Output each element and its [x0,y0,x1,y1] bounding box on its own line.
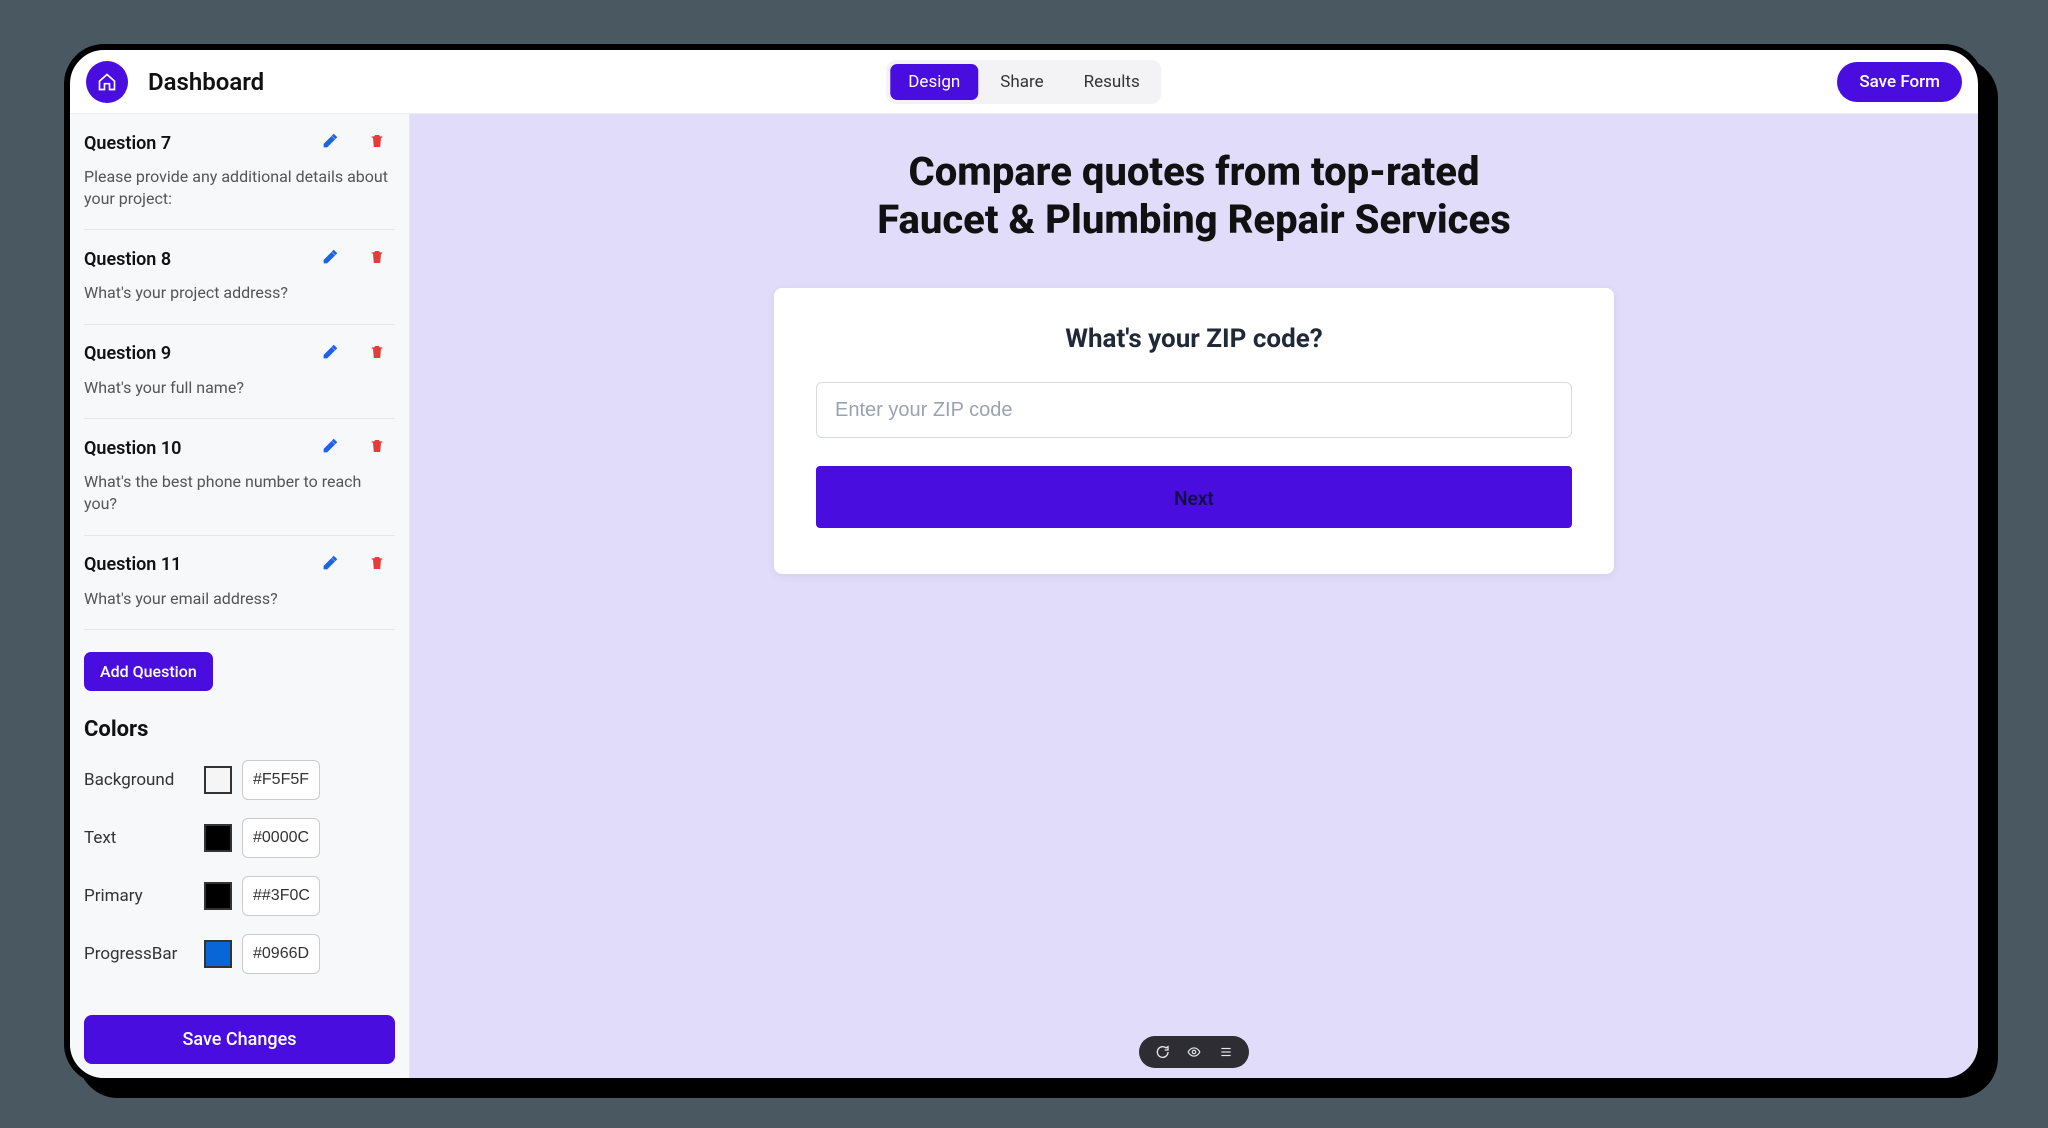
question-text: What's your email address? [84,588,395,610]
form-question: What's your ZIP code? [816,324,1572,354]
color-swatch[interactable] [204,824,232,852]
trash-icon[interactable] [369,343,385,365]
question-label: Question 10 [84,438,181,459]
topbar: Dashboard Design Share Results Save Form [70,50,1978,114]
color-value-input[interactable] [242,818,320,858]
main: Question 7 Please provide any additional… [70,114,1978,1078]
edit-icon[interactable] [321,343,339,365]
question-text: Please provide any additional details ab… [84,166,395,209]
question-label: Question 9 [84,343,171,364]
preview-pane: Compare quotes from top-rated Faucet & P… [410,114,1978,1078]
tab-design[interactable]: Design [890,64,978,100]
color-row-text: Text [84,818,395,858]
color-value-input[interactable] [242,760,320,800]
color-row-primary: Primary [84,876,395,916]
sidebar: Question 7 Please provide any additional… [70,114,410,1078]
next-button[interactable]: Next [816,466,1572,528]
save-form-button[interactable]: Save Form [1837,62,1962,102]
edit-icon[interactable] [321,437,339,459]
question-label: Question 11 [84,554,181,575]
color-value-input[interactable] [242,934,320,974]
question-text: What's the best phone number to reach yo… [84,471,395,514]
app-window: Dashboard Design Share Results Save Form… [64,44,1984,1084]
question-label: Question 7 [84,133,171,154]
question-item: Question 10 What's the best phone number… [84,419,395,535]
question-item: Question 8 What's your project address? [84,230,395,325]
question-item: Question 7 Please provide any additional… [84,114,395,230]
color-swatch[interactable] [204,940,232,968]
color-label: Text [84,828,194,848]
color-row-background: Background [84,760,395,800]
edit-icon[interactable] [321,554,339,576]
question-item: Question 11 What's your email address? [84,536,395,631]
form-card: What's your ZIP code? Next [774,288,1614,574]
color-label: ProgressBar [84,944,194,964]
color-value-input[interactable] [242,876,320,916]
comment-icon[interactable] [1153,1043,1171,1061]
color-label: Background [84,770,194,790]
page-title: Dashboard [148,68,264,96]
tab-bar: Design Share Results [886,60,1161,104]
color-swatch[interactable] [204,882,232,910]
menu-icon[interactable] [1217,1043,1235,1061]
form-title-line1: Compare quotes from top-rated [909,148,1480,195]
form-title: Compare quotes from top-rated Faucet & P… [877,148,1510,244]
eye-icon[interactable] [1185,1043,1203,1061]
sidebar-footer: Save Changes [70,1001,409,1078]
question-label: Question 8 [84,249,171,270]
next-button-label: Next [1174,487,1214,510]
trash-icon[interactable] [369,437,385,459]
zip-input[interactable] [816,382,1572,438]
question-text: What's your project address? [84,282,395,304]
color-label: Primary [84,886,194,906]
form-title-line2: Faucet & Plumbing Repair Services [877,196,1510,243]
edit-icon[interactable] [321,248,339,270]
dev-toolbar [1139,1036,1249,1068]
edit-icon[interactable] [321,132,339,154]
tab-share[interactable]: Share [982,64,1061,100]
tab-results[interactable]: Results [1066,64,1158,100]
question-item: Question 9 What's your full name? [84,325,395,420]
trash-icon[interactable] [369,132,385,154]
save-changes-button[interactable]: Save Changes [84,1015,395,1064]
trash-icon[interactable] [369,248,385,270]
add-question-button[interactable]: Add Question [84,652,213,691]
sidebar-scroll[interactable]: Question 7 Please provide any additional… [70,114,409,1001]
color-row-progressbar: ProgressBar [84,934,395,974]
home-icon [97,72,117,92]
color-swatch[interactable] [204,766,232,794]
colors-heading: Colors [84,717,395,742]
question-text: What's your full name? [84,377,395,399]
trash-icon[interactable] [369,554,385,576]
home-button[interactable] [86,61,128,103]
